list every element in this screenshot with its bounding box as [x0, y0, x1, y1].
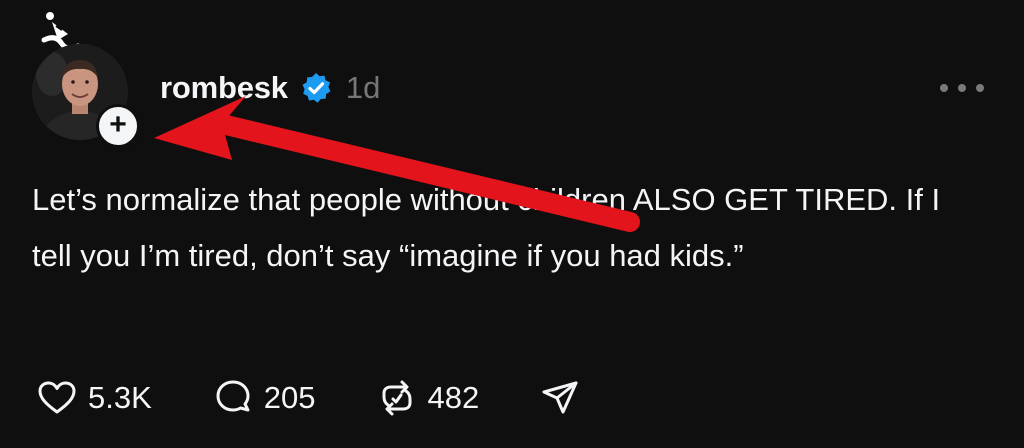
verified-badge-icon — [302, 73, 331, 103]
plus-icon: + — [109, 108, 127, 141]
post-header: rombesk 1d — [160, 66, 380, 110]
repost-icon — [382, 380, 412, 416]
post-text: Let’s normalize that people without chil… — [32, 182, 941, 273]
more-options-icon[interactable] — [936, 80, 988, 96]
like-button[interactable]: 5.3K — [36, 377, 152, 419]
action-bar: 5.3K 205 482 — [36, 376, 641, 420]
username[interactable]: rombesk — [160, 70, 288, 106]
comment-icon — [216, 380, 250, 412]
repost-button[interactable]: 482 — [376, 377, 480, 419]
reply-count: 205 — [263, 380, 316, 415]
heart-icon — [38, 381, 76, 414]
follow-button[interactable]: + — [96, 104, 140, 148]
reply-button[interactable]: 205 — [212, 377, 316, 419]
post-timestamp: 1d — [345, 70, 381, 105]
share-icon — [542, 381, 578, 414]
like-count: 5.3K — [88, 380, 152, 415]
thread-post: + rombesk 1d Let’s normalize that people… — [0, 0, 1024, 448]
share-button[interactable] — [539, 377, 581, 419]
repost-count: 482 — [427, 380, 480, 415]
